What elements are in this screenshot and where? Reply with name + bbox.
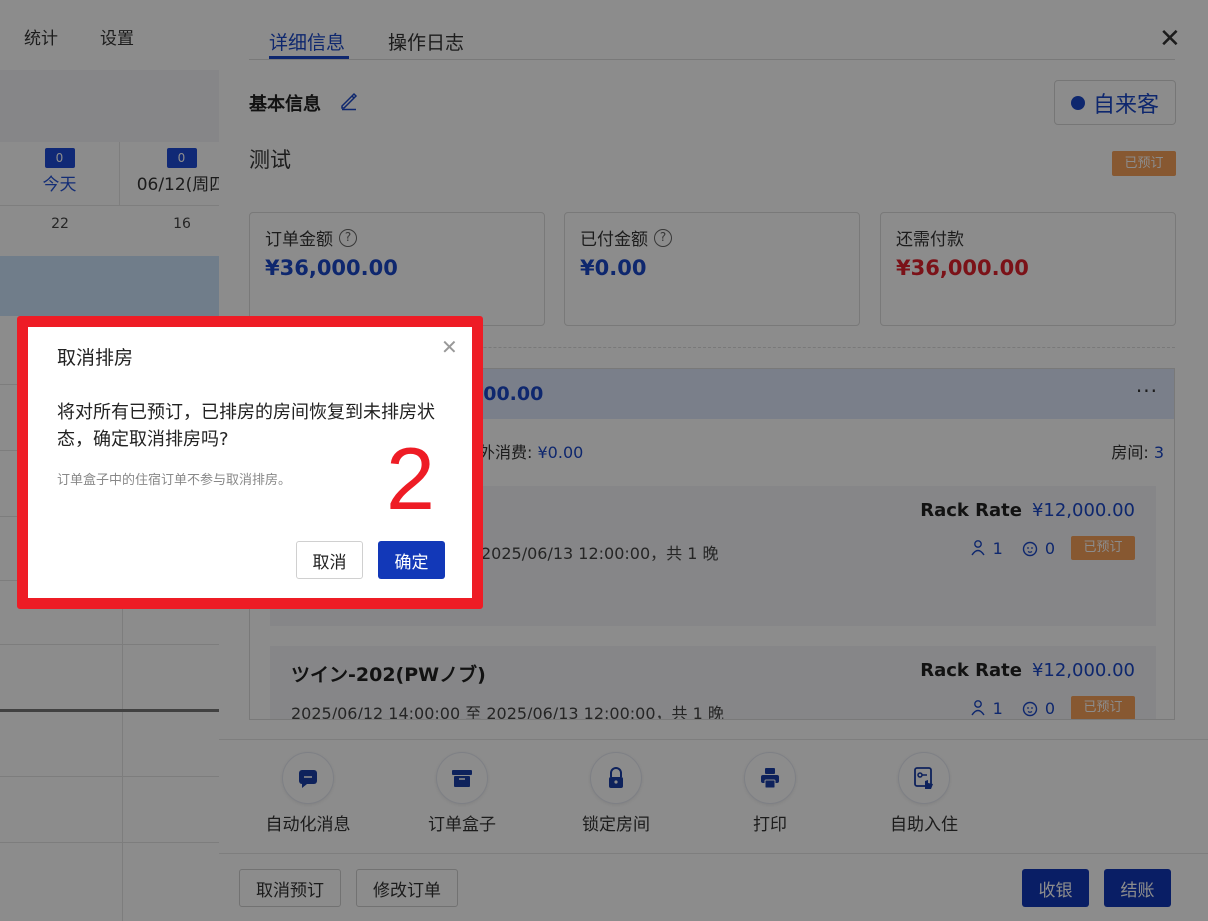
dialog-close-icon[interactable]: ✕ xyxy=(441,337,458,357)
dialog-note: 订单盒子中的住宿订单不参与取消排房。 xyxy=(57,473,292,488)
cancel-assignment-dialog: 取消排房 ✕ 将对所有已预订，已排房的房间恢复到未排房状态，确定取消排房吗? 订… xyxy=(28,327,472,598)
dialog-title: 取消排房 xyxy=(57,347,134,369)
dialog-cancel-button[interactable]: 取消 xyxy=(296,541,363,579)
annotation-step-number: 2 xyxy=(386,429,435,528)
dialog-confirm-button[interactable]: 确定 xyxy=(378,541,445,579)
